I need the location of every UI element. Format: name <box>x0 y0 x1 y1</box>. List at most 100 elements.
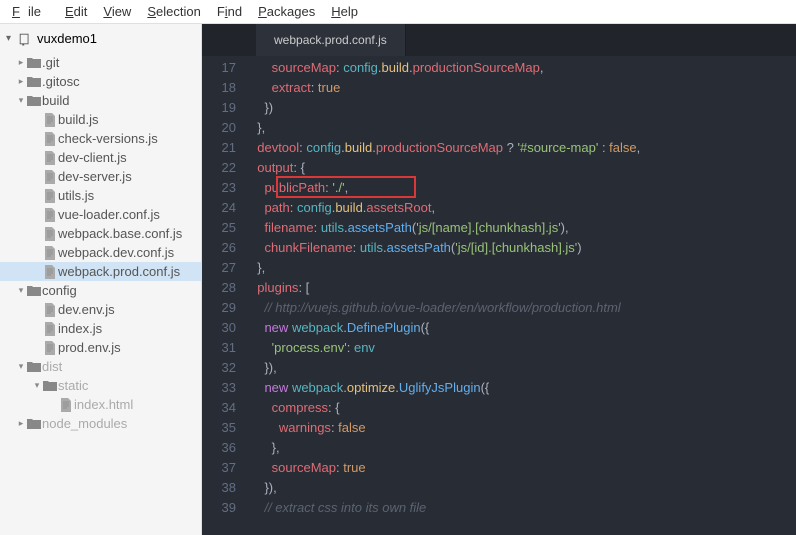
file-tree: ▸.git▸.gitosc▾buildbuild.jscheck-version… <box>0 53 201 433</box>
code-line[interactable]: warnings: false <box>250 418 796 438</box>
file-icon <box>42 170 58 184</box>
tree-label: utils.js <box>58 188 94 203</box>
line-number: 33 <box>202 378 236 398</box>
code-line[interactable]: sourceMap: true <box>250 458 796 478</box>
code-line[interactable]: publicPath: './', <box>250 178 796 198</box>
code-line[interactable]: sourceMap: config.build.productionSource… <box>250 58 796 78</box>
code-view[interactable]: 1718192021222324252627282930313233343536… <box>202 56 796 535</box>
code-line[interactable]: }), <box>250 478 796 498</box>
tree-folder[interactable]: ▸ .gitosc <box>0 72 201 91</box>
code-line[interactable]: }) <box>250 98 796 118</box>
folder-icon <box>26 57 42 69</box>
line-number: 27 <box>202 258 236 278</box>
code-line[interactable]: }), <box>250 358 796 378</box>
tree-label: index.js <box>58 321 102 336</box>
chevron-icon: ▸ <box>16 418 26 429</box>
folder-icon <box>26 95 42 107</box>
code-line[interactable]: chunkFilename: utils.assetsPath('js/[id]… <box>250 238 796 258</box>
code-line[interactable]: plugins: [ <box>250 278 796 298</box>
code-line[interactable]: compress: { <box>250 398 796 418</box>
tree-file[interactable]: dev-server.js <box>0 167 201 186</box>
folder-icon <box>26 361 42 373</box>
line-number: 28 <box>202 278 236 298</box>
tree-file[interactable]: webpack.base.conf.js <box>0 224 201 243</box>
code-line[interactable]: // http://vuejs.github.io/vue-loader/en/… <box>250 298 796 318</box>
line-number: 31 <box>202 338 236 358</box>
line-number: 18 <box>202 78 236 98</box>
line-number: 23 <box>202 178 236 198</box>
menu-selection[interactable]: Selection <box>139 1 208 22</box>
chevron-icon: ▸ <box>16 76 26 87</box>
file-icon <box>42 151 58 165</box>
tree-folder[interactable]: ▾static <box>0 376 201 395</box>
tree-folder[interactable]: ▾config <box>0 281 201 300</box>
menu-help[interactable]: Help <box>323 1 366 22</box>
tree-folder[interactable]: ▾build <box>0 91 201 110</box>
menu-packages[interactable]: Packages <box>250 1 323 22</box>
folder-icon <box>26 418 42 430</box>
tree-label: check-versions.js <box>58 131 158 146</box>
code-line[interactable]: }, <box>250 258 796 278</box>
tree-file[interactable]: webpack.prod.conf.js <box>0 262 201 281</box>
tree-label: build.js <box>58 112 98 127</box>
code-line[interactable]: extract: true <box>250 78 796 98</box>
tree-file[interactable]: index.html <box>0 395 201 414</box>
tree-label: dev.env.js <box>58 302 115 317</box>
tree-label: .gitosc <box>42 74 80 89</box>
tree-label: vue-loader.conf.js <box>58 207 160 222</box>
tree-folder[interactable]: ▸node_modules <box>0 414 201 433</box>
tree-folder[interactable]: ▾dist <box>0 357 201 376</box>
code-line[interactable]: }, <box>250 118 796 138</box>
tree-folder[interactable]: ▸.git <box>0 53 201 72</box>
menu-find[interactable]: Find <box>209 1 250 22</box>
tree-file[interactable]: index.js <box>0 319 201 338</box>
code-line[interactable]: new webpack.optimize.UglifyJsPlugin({ <box>250 378 796 398</box>
folder-icon <box>26 285 42 297</box>
line-number: 37 <box>202 458 236 478</box>
tree-file[interactable]: prod.env.js <box>0 338 201 357</box>
code-line[interactable]: devtool: config.build.productionSourceMa… <box>250 138 796 158</box>
code-line[interactable]: 'process.env': env <box>250 338 796 358</box>
project-name: vuxdemo1 <box>37 31 97 46</box>
tree-label: dev-server.js <box>58 169 132 184</box>
code-line[interactable]: new webpack.DefinePlugin({ <box>250 318 796 338</box>
tree-file[interactable]: dev.env.js <box>0 300 201 319</box>
file-icon <box>42 208 58 222</box>
chevron-down-icon: ▾ <box>6 33 18 44</box>
file-icon <box>42 189 58 203</box>
file-icon <box>42 322 58 336</box>
code-line[interactable]: output: { <box>250 158 796 178</box>
line-number: 19 <box>202 98 236 118</box>
code-line[interactable]: }, <box>250 438 796 458</box>
tree-label: prod.env.js <box>58 340 121 355</box>
line-number: 35 <box>202 418 236 438</box>
file-icon <box>42 113 58 127</box>
menu-edit[interactable]: Edit <box>57 1 95 22</box>
tree-label: dev-client.js <box>58 150 127 165</box>
menu-view[interactable]: View <box>95 1 139 22</box>
tree-file[interactable]: check-versions.js <box>0 129 201 148</box>
code-line[interactable]: // extract css into its own file <box>250 498 796 518</box>
line-number: 32 <box>202 358 236 378</box>
chevron-icon: ▾ <box>16 285 26 296</box>
chevron-icon: ▾ <box>16 95 26 106</box>
code-line[interactable]: path: config.build.assetsRoot, <box>250 198 796 218</box>
code-line[interactable]: filename: utils.assetsPath('js/[name].[c… <box>250 218 796 238</box>
chevron-icon: ▸ <box>16 57 26 68</box>
tree-file[interactable]: dev-client.js <box>0 148 201 167</box>
project-root[interactable]: ▾ vuxdemo1 <box>0 28 201 49</box>
tab-title: webpack.prod.conf.js <box>274 33 387 47</box>
tree-label: webpack.dev.conf.js <box>58 245 174 260</box>
file-icon <box>58 398 74 412</box>
tree-label: index.html <box>74 397 133 412</box>
line-number: 26 <box>202 238 236 258</box>
code-lines[interactable]: sourceMap: config.build.productionSource… <box>246 56 796 535</box>
tree-file[interactable]: build.js <box>0 110 201 129</box>
line-number: 20 <box>202 118 236 138</box>
tree-file[interactable]: vue-loader.conf.js <box>0 205 201 224</box>
tab-active[interactable]: webpack.prod.conf.js <box>256 24 406 56</box>
tree-file[interactable]: utils.js <box>0 186 201 205</box>
menu-file[interactable]: File <box>4 1 57 22</box>
line-number: 30 <box>202 318 236 338</box>
tree-file[interactable]: webpack.dev.conf.js <box>0 243 201 262</box>
